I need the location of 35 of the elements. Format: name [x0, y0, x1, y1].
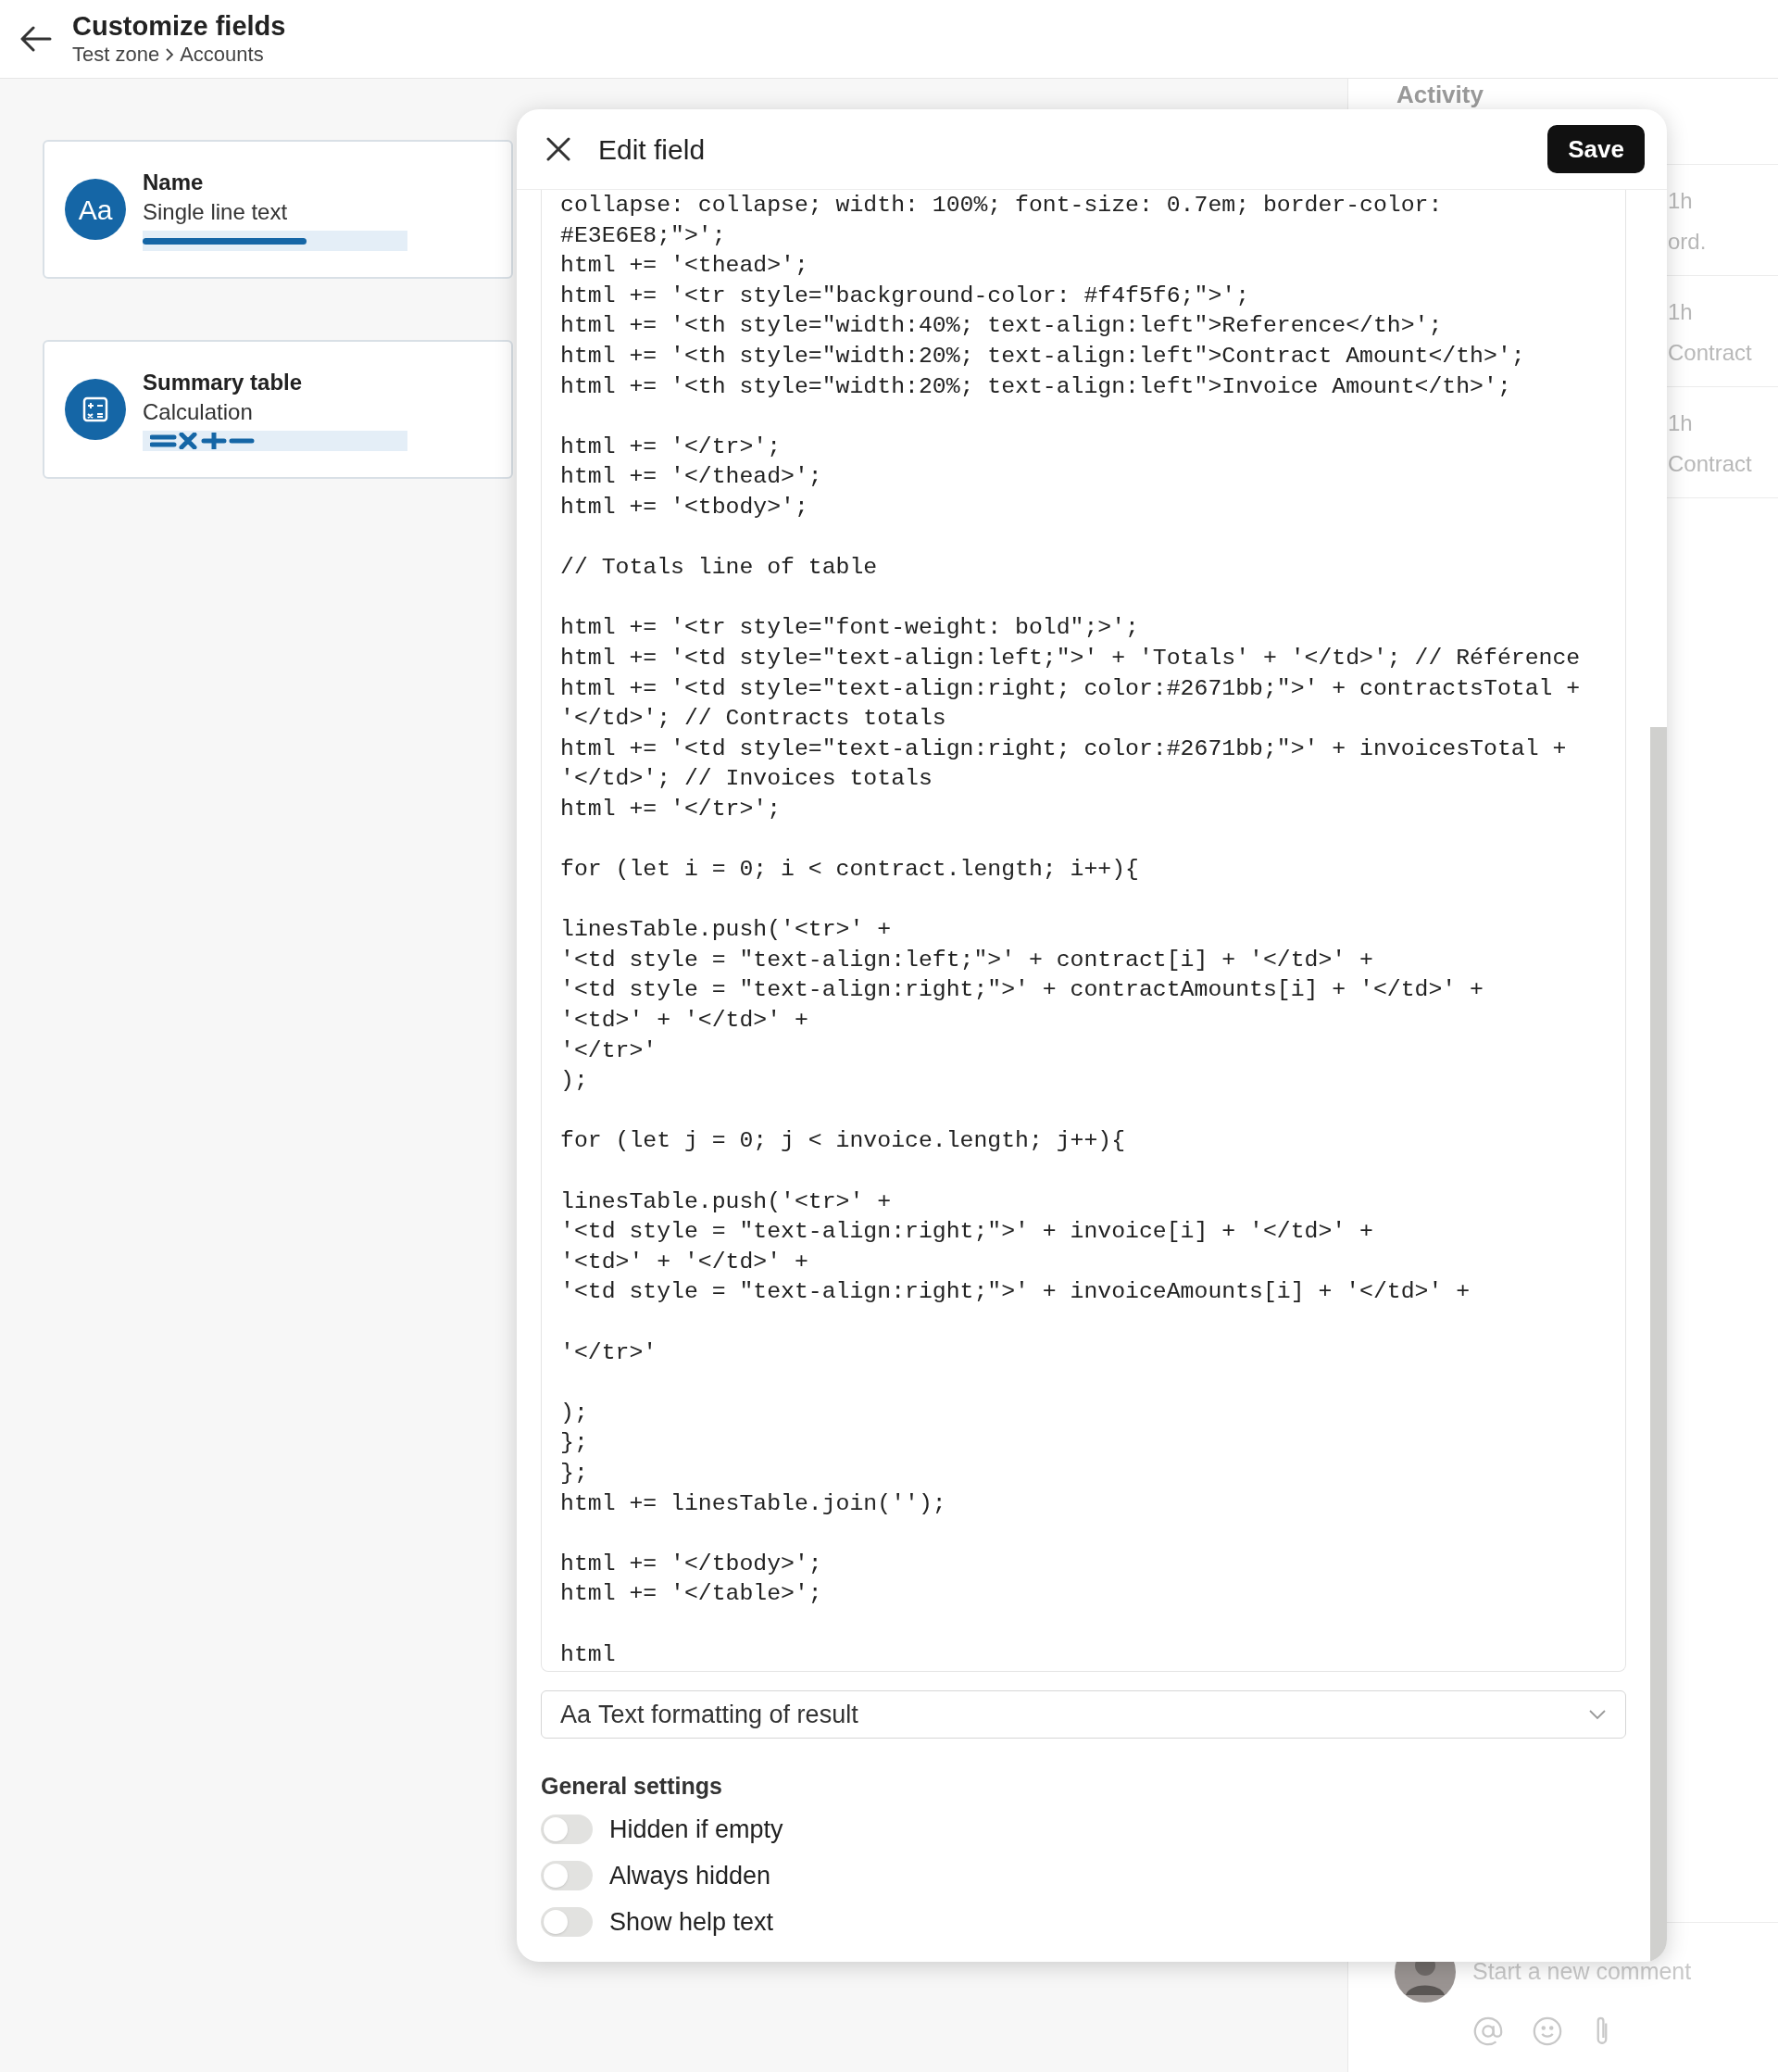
activity-time: 1h — [1668, 299, 1694, 325]
format-select[interactable]: Aa Text formatting of result — [541, 1690, 1626, 1739]
field-name: Summary table — [143, 369, 304, 396]
code-editor[interactable]: collapse: collapse; width: 100%; font-size: 0.7em; border-color: #E3E6E8;">'; html += '<thead>'; html += '<tr style="background-color: #f4f5f6;">'; html += '<th style="width:40%; text-align:left">Reference</th>'; html += '<th style="width:20%; text-align:left">Contract Amount</th>'; html += '<th style="width:20%; text-align:left">Invoice Amount</th>'; html += '</tr>'; html += '</thead>'; html += '<tbody>'; // Totals line of table html += '<tr style="font-weight: bold";>'; html += '<td style="text-align:left;">' + 'Totals' + '</td>'; // Référence html += '<td style="text-align:right; color:#2671bb;">' + contractsTotal + '</td>'; // Contracts totals html += '<td style="text-align:right; color:#2671bb;">' + invoicesTotal + '</td>'; // Invoices totals html += '</tr>'; for (let i = 0; i < contract.length; i++){ linesTable.push('<tr>' + '<td style = "text-align:left;">' + contract[i] + '</td>' + '<td style = "text-align:right;">' + contractAmounts[i] + '</td>' + '<td>' + '</td>' + '</tr>' ); for (let j = 0; j < invoice.length; j++){ linesTable.push('<tr>' + '<td style = "text-align:right;">' + invoice[i] + '</td>' + '<td>' + '</td>' + '<td style = "text-align:right;">' + invoiceAmounts[i] + '</td>' + '</tr>' ); }; }; html += linesTable.join(''); html += '</tbody>'; html += '</table>'; html — [541, 190, 1626, 1672]
toggle-switch[interactable] — [541, 1907, 593, 1937]
activity-text: Contract — [1668, 451, 1753, 477]
activity-time: 1h — [1668, 188, 1694, 214]
field-card[interactable]: Summary table Calculation — [43, 340, 513, 479]
field-type-icon: Aa — [65, 179, 126, 240]
field-type: Single line text — [143, 198, 289, 226]
toggle-switch[interactable] — [541, 1861, 593, 1890]
activity-time: 1h — [1668, 410, 1694, 436]
save-button[interactable]: Save — [1547, 125, 1645, 173]
breadcrumb-link[interactable]: Test zone — [72, 42, 160, 68]
setting-label: Show help text — [609, 1906, 774, 1938]
emoji-icon[interactable] — [1532, 2015, 1563, 2047]
dialog-title: Edit field — [598, 132, 706, 167]
setting-label: Hidden if empty — [609, 1814, 783, 1845]
page-title: Customize fields — [72, 10, 286, 42]
field-card[interactable]: Aa Name Single line text — [43, 140, 513, 279]
calculator-icon — [65, 379, 126, 440]
close-icon[interactable] — [546, 137, 570, 161]
activity-text: ord. — [1668, 229, 1708, 255]
chevron-down-icon — [1588, 1709, 1607, 1720]
chevron-right-icon — [165, 48, 175, 61]
mention-icon[interactable] — [1472, 2015, 1504, 2047]
scrollbar-thumb[interactable] — [1650, 727, 1667, 1962]
breadcrumb-link[interactable]: Accounts — [180, 42, 264, 68]
activity-text: Contract — [1668, 340, 1753, 366]
field-name: Name — [143, 169, 205, 196]
toggle-switch[interactable] — [541, 1815, 593, 1844]
field-type: Calculation — [143, 398, 254, 426]
section-heading: General settings — [541, 1772, 723, 1800]
setting-label: Always hidden — [609, 1860, 771, 1891]
back-arrow-icon[interactable] — [20, 26, 52, 52]
